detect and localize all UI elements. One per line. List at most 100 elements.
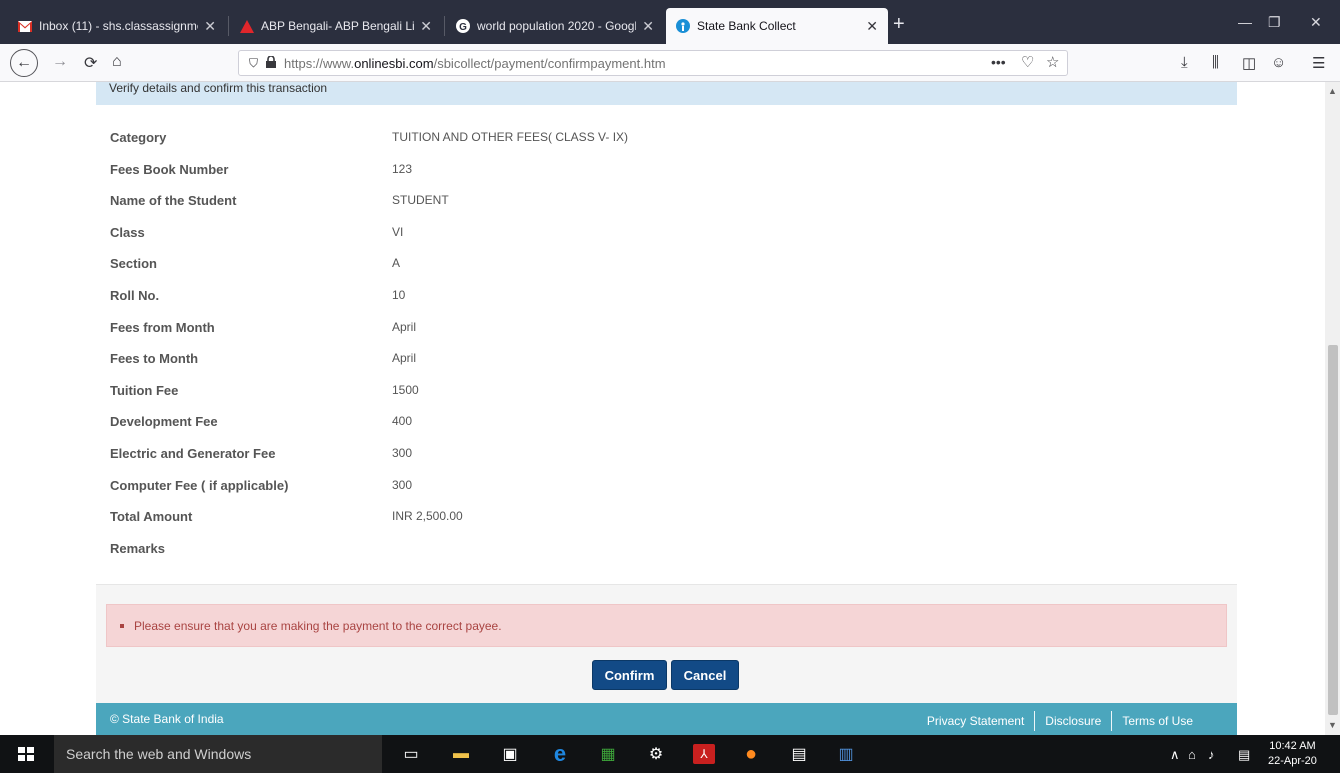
sbi-icon xyxy=(676,19,690,33)
tab-state-bank-collect[interactable]: State Bank Collect ✕ xyxy=(666,8,888,44)
minimize-icon[interactable]: — xyxy=(1238,14,1252,30)
tab-inbox[interactable]: Inbox (11) - shs.classassignmen ✕ xyxy=(8,8,226,44)
system-clock[interactable]: 10:42 AM 22-Apr-20 xyxy=(1268,739,1317,769)
google-icon: G xyxy=(456,19,470,33)
terms-of-use-link[interactable]: Terms of Use xyxy=(1112,714,1203,728)
link-separator xyxy=(1034,711,1036,731)
tab-abp[interactable]: ABP Bengali- ABP Bengali Live ✕ xyxy=(230,8,442,44)
close-tab-icon[interactable]: ✕ xyxy=(866,18,878,35)
lock-icon[interactable] xyxy=(266,54,277,71)
restore-icon[interactable]: ❐ xyxy=(1268,14,1281,31)
settings-gear-icon[interactable]: ⚙ xyxy=(645,744,667,764)
footer-links: Privacy Statement Disclosure Terms of Us… xyxy=(917,711,1203,731)
close-tab-icon[interactable]: ✕ xyxy=(420,18,432,35)
windows-start-icon[interactable] xyxy=(18,747,34,761)
file-explorer-icon[interactable]: ▬ xyxy=(450,744,472,764)
navigation-bar: ← → ⟳ ⌂ ⛉ https://www.onlinesbi.com/sbic… xyxy=(0,44,1340,82)
excel-icon[interactable]: ▦ xyxy=(597,744,619,764)
close-window-icon[interactable]: ✕ xyxy=(1310,14,1322,31)
more-actions-icon[interactable]: ••• xyxy=(991,54,1006,70)
clock-time: 10:42 AM xyxy=(1269,740,1316,752)
detail-row-development-fee: Development Fee 400 xyxy=(110,404,1210,436)
shield-icon[interactable]: ⛉ xyxy=(249,56,258,71)
payee-warning-alert: Please ensure that you are making the pa… xyxy=(106,604,1227,647)
notification-icon[interactable]: ▤ xyxy=(1238,747,1250,763)
detail-label: Development Fee xyxy=(110,414,218,430)
browser-tab-strip: Inbox (11) - shs.classassignmen ✕ ABP Be… xyxy=(0,0,1340,44)
site-footer: © State Bank of India Privacy Statement … xyxy=(96,703,1237,735)
detail-row-electric-generator-fee: Electric and Generator Fee 300 xyxy=(110,436,1210,468)
close-tab-icon[interactable]: ✕ xyxy=(204,18,216,35)
alert-text: Please ensure that you are making the pa… xyxy=(134,618,502,633)
abp-icon xyxy=(240,19,254,33)
detail-value: 300 xyxy=(392,477,413,492)
detail-label: Name of the Student xyxy=(110,193,237,209)
address-bar[interactable]: ⛉ https://www.onlinesbi.com/sbicollect/p… xyxy=(238,50,1068,76)
sidebar-icon[interactable]: ◫ xyxy=(1242,54,1256,72)
library-icon[interactable]: ⫼ xyxy=(1212,54,1219,71)
detail-row-total-amount: Total Amount INR 2,500.00 xyxy=(110,499,1210,531)
detail-value: 300 xyxy=(392,445,413,460)
scroll-down-arrow-icon[interactable]: ▼ xyxy=(1328,720,1337,730)
tab-title: State Bank Collect xyxy=(697,19,796,33)
detail-row-fees-book-number: Fees Book Number 123 xyxy=(110,152,1210,184)
detail-value: 1500 xyxy=(392,382,419,397)
confirm-button[interactable]: Confirm xyxy=(592,660,667,690)
back-arrow-icon[interactable]: ← xyxy=(10,49,38,77)
detail-row-fees-from-month: Fees from Month April xyxy=(110,310,1210,342)
word-icon[interactable]: ▥ xyxy=(835,744,857,764)
privacy-statement-link[interactable]: Privacy Statement xyxy=(917,714,1034,728)
page-scrollbar[interactable]: ▲ ▼ xyxy=(1325,82,1340,735)
detail-value: INR 2,500.00 xyxy=(392,509,463,524)
detail-label: Category xyxy=(110,130,167,145)
bookmark-star-icon[interactable]: ☆ xyxy=(1046,53,1059,71)
detail-label: Fees Book Number xyxy=(110,161,229,177)
account-icon[interactable]: ☺ xyxy=(1271,54,1286,71)
detail-row-fees-to-month: Fees to Month April xyxy=(110,341,1210,373)
detail-label: Roll No. xyxy=(110,287,160,303)
home-icon[interactable]: ⌂ xyxy=(112,53,122,71)
download-icon[interactable]: ⤓ xyxy=(1181,54,1188,71)
scrollbar-thumb[interactable] xyxy=(1328,345,1338,715)
cancel-button[interactable]: Cancel xyxy=(671,660,739,690)
verify-banner: Verify details and confirm this transact… xyxy=(96,82,1237,105)
store-icon[interactable]: ▣ xyxy=(499,744,521,764)
firefox-icon[interactable]: ● xyxy=(740,743,762,765)
task-view-icon[interactable]: ▭ xyxy=(400,744,422,764)
acrobat-reader-icon[interactable]: ⅄ xyxy=(693,744,715,764)
pocket-icon[interactable]: ♡ xyxy=(1021,53,1034,71)
menu-icon[interactable]: ☰ xyxy=(1312,54,1325,72)
detail-row-class: Class VI xyxy=(110,215,1210,247)
detail-row-remarks: Remarks xyxy=(110,531,1210,563)
show-hidden-icons-icon[interactable]: ∧ xyxy=(1170,747,1180,763)
disclosure-link[interactable]: Disclosure xyxy=(1035,714,1111,728)
detail-value: TUITION AND OTHER FEES( CLASS V- IX) xyxy=(392,130,629,144)
detail-value: STUDENT xyxy=(392,193,449,208)
detail-label: Electric and Generator Fee xyxy=(110,445,276,461)
scroll-up-arrow-icon[interactable]: ▲ xyxy=(1328,86,1337,96)
tab-title: Inbox (11) - shs.classassignmen xyxy=(39,19,199,33)
volume-icon[interactable]: ♪ xyxy=(1208,747,1215,762)
new-tab-button[interactable]: + xyxy=(893,13,905,36)
reload-icon[interactable]: ⟳ xyxy=(84,53,97,73)
network-icon[interactable]: ⌂ xyxy=(1188,747,1196,762)
bullet-icon xyxy=(120,623,124,628)
tab-divider xyxy=(228,16,229,36)
url-text: https://www.onlinesbi.com/sbicollect/pay… xyxy=(284,56,666,71)
detail-value: 123 xyxy=(392,161,413,176)
detail-row-tuition-fee: Tuition Fee 1500 xyxy=(110,373,1210,405)
gmail-icon xyxy=(18,19,32,33)
calendar-app-icon[interactable]: ▤ xyxy=(788,744,810,764)
edge-browser-icon[interactable]: e xyxy=(549,741,571,766)
detail-label: Class xyxy=(110,224,145,240)
detail-label: Remarks xyxy=(110,540,165,556)
detail-value: 400 xyxy=(392,414,413,429)
page-content: Verify details and confirm this transact… xyxy=(0,82,1325,735)
detail-row-computer-fee: Computer Fee ( if applicable) 300 xyxy=(110,468,1210,500)
url-path: /sbicollect/payment/confirmpayment.htm xyxy=(433,55,666,71)
taskbar-search-box[interactable]: Search the web and Windows xyxy=(54,735,382,773)
forward-arrow-icon[interactable]: → xyxy=(52,53,68,71)
url-prefix: https://www. xyxy=(284,55,355,71)
close-tab-icon[interactable]: ✕ xyxy=(642,18,654,35)
tab-google[interactable]: G world population 2020 - Googl ✕ xyxy=(446,8,664,44)
